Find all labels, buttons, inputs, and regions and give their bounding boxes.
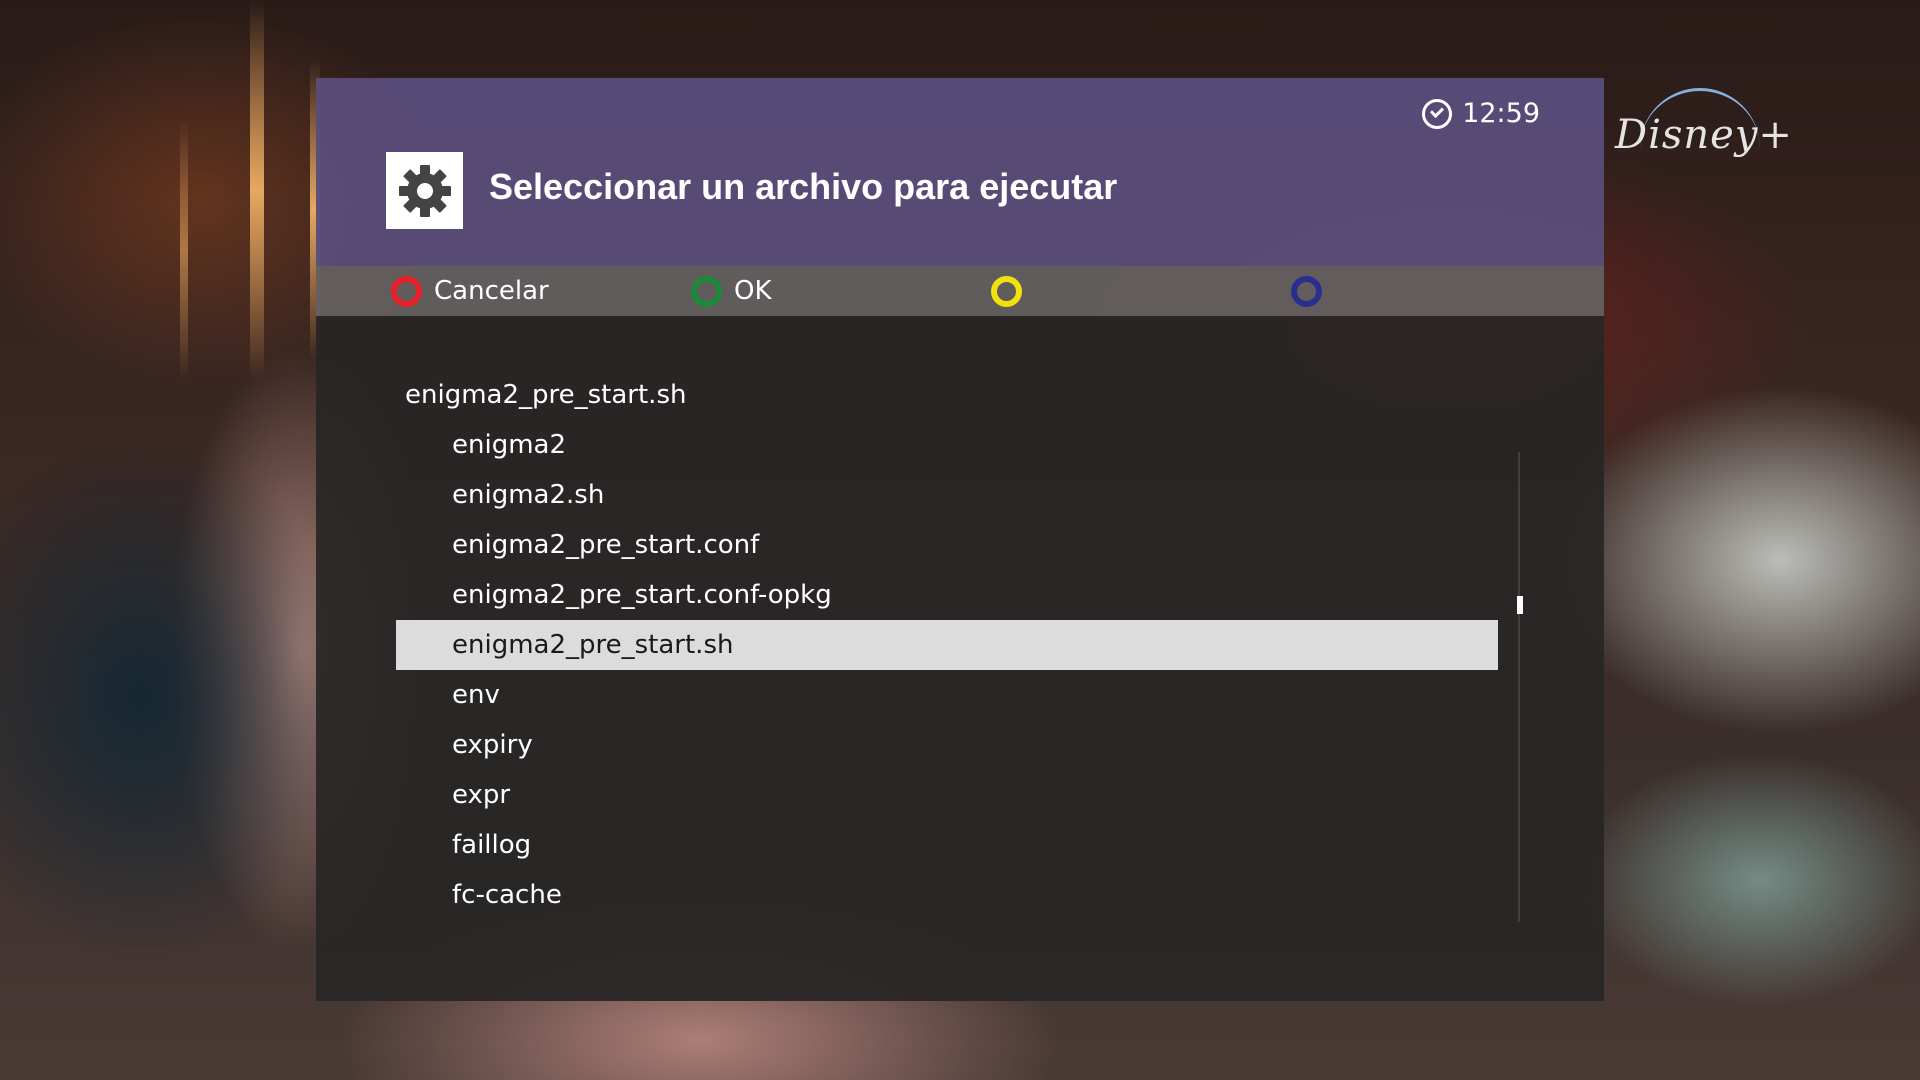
red-button-cancel[interactable]: Cancelar bbox=[391, 266, 549, 316]
background-light-streak bbox=[250, 0, 264, 380]
clock-icon bbox=[1422, 98, 1453, 129]
clock: 12:59 bbox=[1422, 98, 1540, 129]
scrollbar-thumb[interactable] bbox=[1517, 596, 1523, 614]
clock-time: 12:59 bbox=[1462, 98, 1540, 129]
color-button-bar: Cancelar OK bbox=[316, 266, 1604, 316]
yellow-button[interactable] bbox=[991, 266, 1034, 316]
file-list-item[interactable]: enigma2_pre_start.conf bbox=[396, 520, 1498, 570]
file-list-item[interactable]: expiry bbox=[396, 720, 1498, 770]
disney-plus-logo: Disney+ bbox=[1615, 112, 1793, 158]
background-light-streak bbox=[180, 120, 188, 380]
file-list-item[interactable]: fc-cache bbox=[396, 870, 1498, 920]
dialog-header: 12:59 Seleccionar un archivo para ejecut… bbox=[316, 78, 1604, 266]
title-icon-box bbox=[386, 152, 463, 229]
file-list-item[interactable]: enigma2.sh bbox=[396, 470, 1498, 520]
file-list-item[interactable]: expr bbox=[396, 770, 1498, 820]
current-path: enigma2_pre_start.sh bbox=[405, 380, 687, 410]
file-list-item[interactable]: env bbox=[396, 670, 1498, 720]
file-list-item[interactable]: enigma2_pre_start.conf-opkg bbox=[396, 570, 1498, 620]
file-list: enigma2 enigma2.sh enigma2_pre_start.con… bbox=[396, 420, 1498, 920]
tv-background: Disney+ 12:59 Seleccionar un archivo par… bbox=[0, 0, 1920, 1080]
green-button-ok[interactable]: OK bbox=[691, 266, 772, 316]
blue-circle-icon bbox=[1291, 275, 1322, 307]
scrollbar-track[interactable] bbox=[1518, 452, 1520, 922]
file-list-item-selected[interactable]: enigma2_pre_start.sh bbox=[396, 620, 1498, 670]
file-list-item[interactable]: enigma2 bbox=[396, 420, 1498, 470]
blue-button[interactable] bbox=[1291, 266, 1334, 316]
file-list-item[interactable]: faillog bbox=[396, 820, 1498, 870]
dialog-body: enigma2_pre_start.sh enigma2 enigma2.sh … bbox=[316, 316, 1604, 1001]
yellow-circle-icon bbox=[991, 275, 1022, 307]
file-select-dialog: 12:59 Seleccionar un archivo para ejecut… bbox=[316, 78, 1604, 1001]
green-button-label: OK bbox=[734, 276, 772, 306]
dialog-title: Seleccionar un archivo para ejecutar bbox=[489, 166, 1118, 207]
red-circle-icon bbox=[391, 275, 422, 307]
red-button-label: Cancelar bbox=[434, 276, 549, 306]
green-circle-icon bbox=[691, 275, 722, 307]
gear-icon bbox=[398, 164, 451, 217]
